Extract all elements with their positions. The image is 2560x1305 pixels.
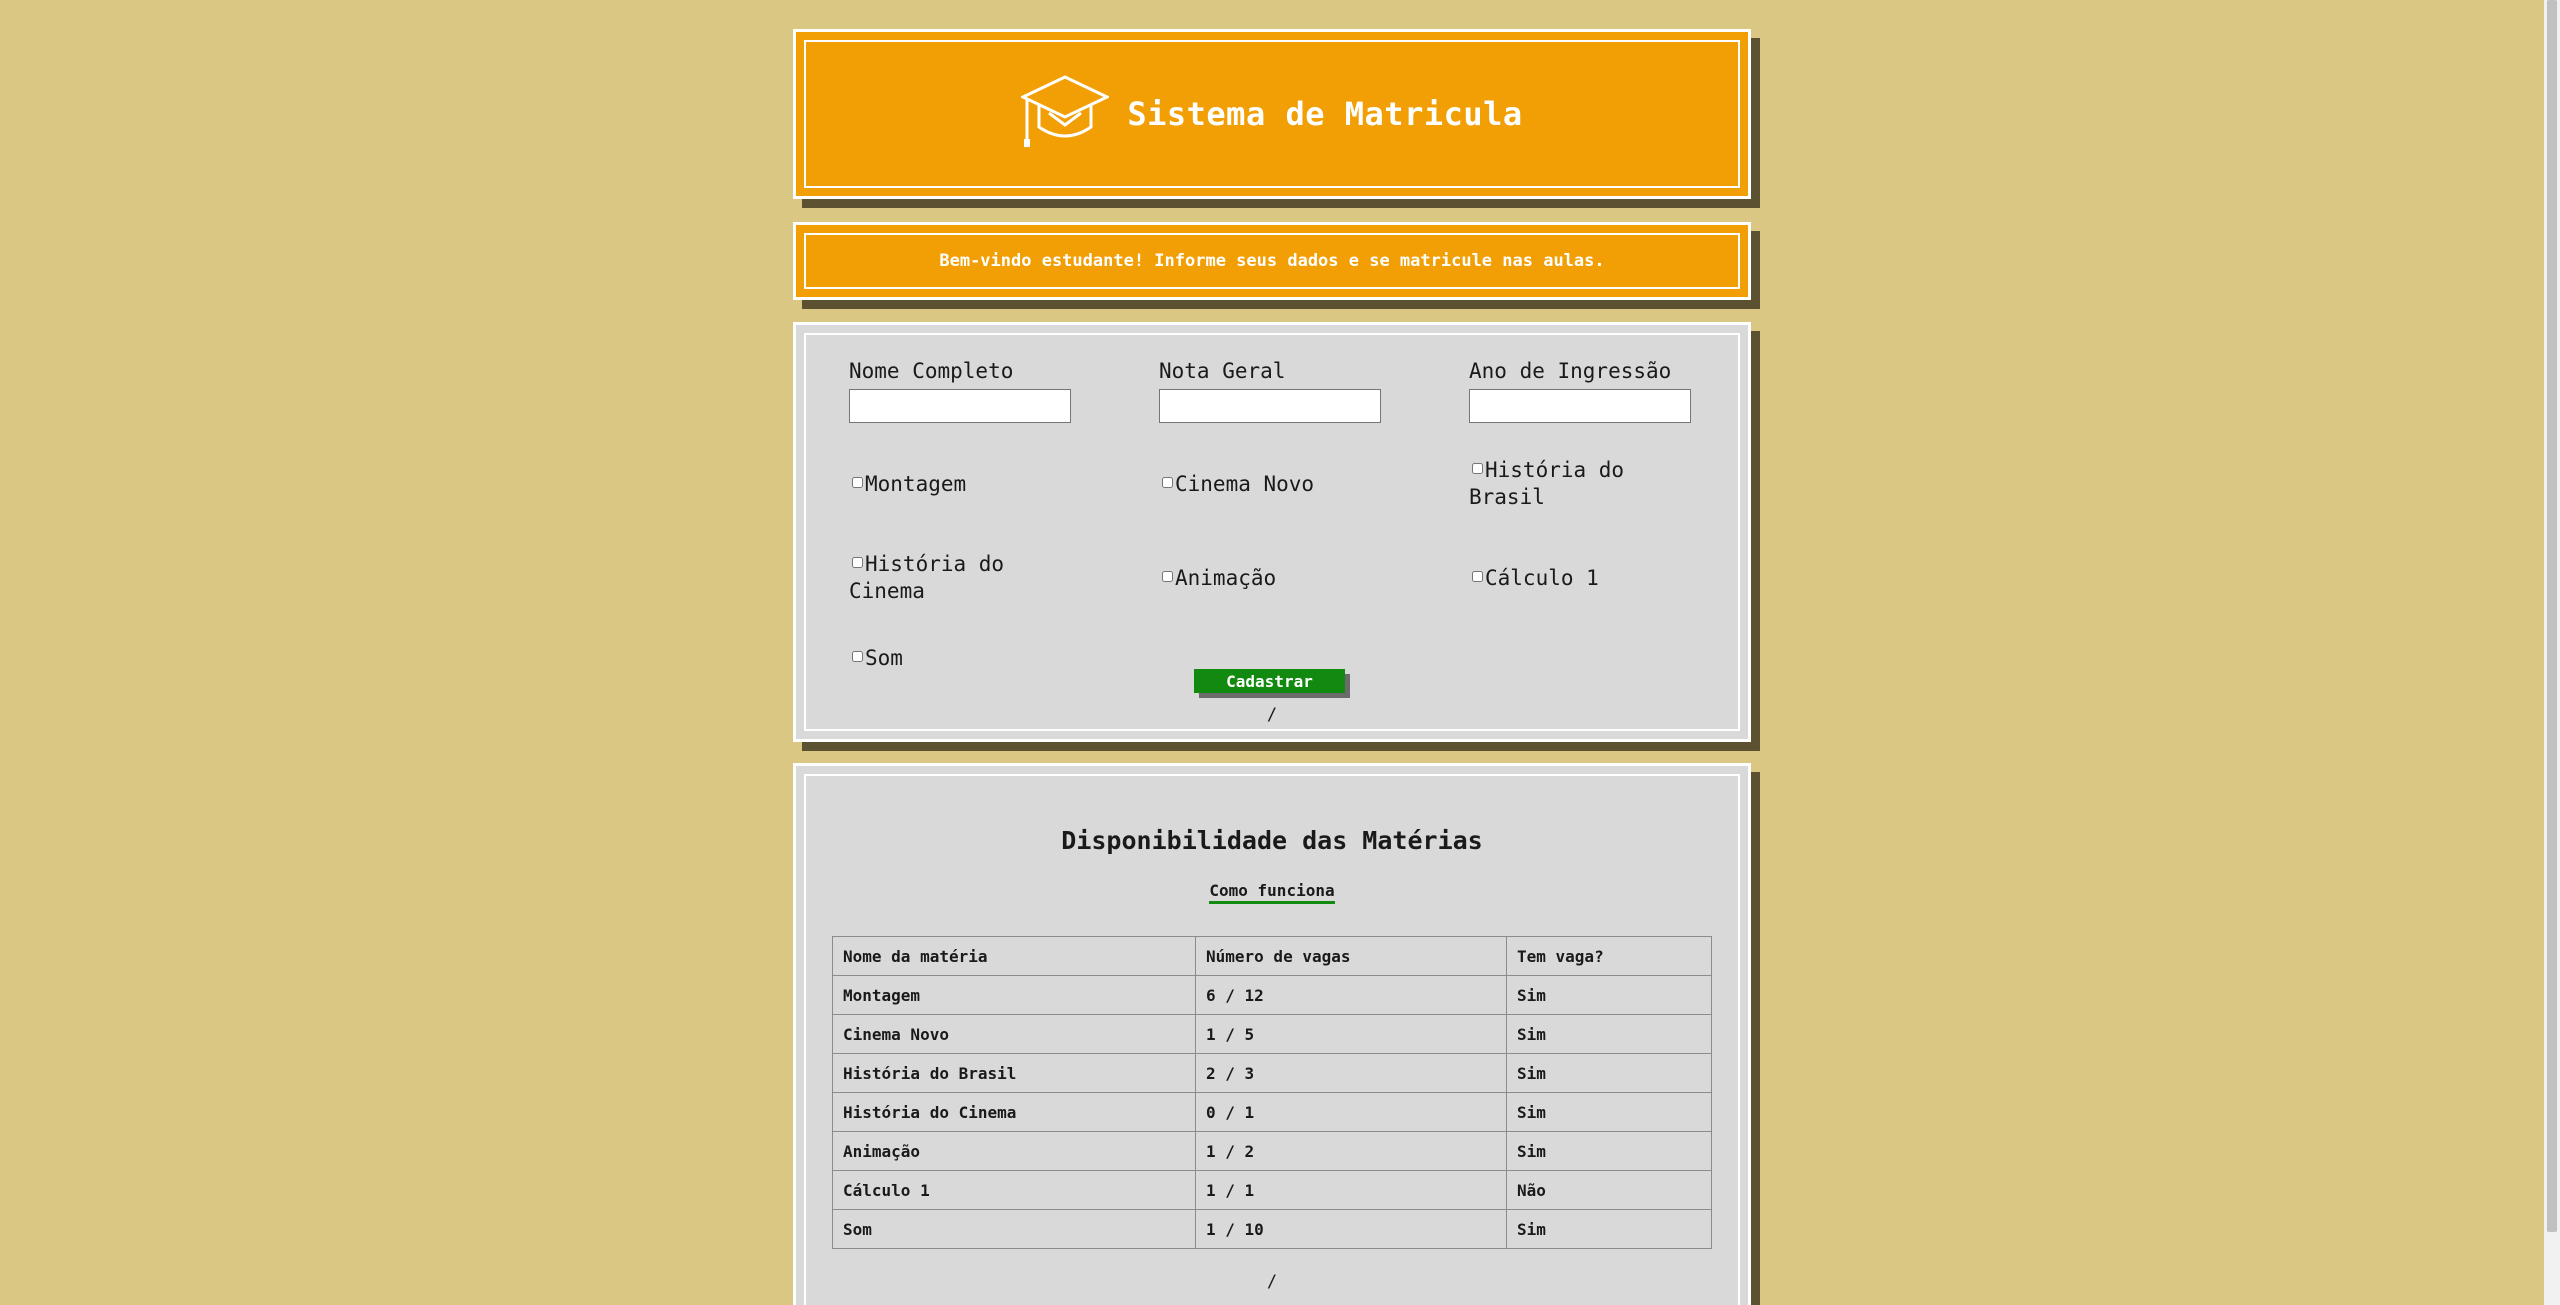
- subject-vacancies: 6 / 12: [1195, 975, 1507, 1015]
- subject-vacancies: 1 / 2: [1195, 1131, 1507, 1171]
- checkbox-montagem[interactable]: Montagem: [849, 471, 1079, 498]
- availability-footer-slash: /: [1266, 1272, 1278, 1292]
- name-input[interactable]: [849, 389, 1071, 423]
- subject-vacancies: 0 / 1: [1195, 1092, 1507, 1132]
- subject-name: História do Brasil: [832, 1053, 1196, 1093]
- subject-has-vacancy: Sim: [1506, 975, 1712, 1015]
- page-title: Sistema de Matricula: [1127, 95, 1523, 133]
- vertical-scrollbar[interactable]: [2544, 0, 2560, 1305]
- table-row: História do Cinema 0 / 1 Sim: [832, 1092, 1712, 1132]
- year-input[interactable]: [1469, 389, 1691, 423]
- subjects-table: Nome da matéria Número de vagas Tem vaga…: [832, 936, 1712, 1249]
- table-header-row: Nome da matéria Número de vagas Tem vaga…: [832, 936, 1712, 976]
- subject-name: História do Cinema: [832, 1092, 1196, 1132]
- checkbox-historia-do-brasil[interactable]: História do Brasil: [1469, 457, 1649, 511]
- graduation-cap-icon: [1019, 73, 1111, 155]
- subject-has-vacancy: Sim: [1506, 1131, 1712, 1171]
- year-field-group: Ano de Ingressão: [1469, 359, 1691, 423]
- checkbox-montagem-box[interactable]: [852, 477, 863, 488]
- year-label: Ano de Ingressão: [1469, 359, 1672, 383]
- checkbox-historia-do-cinema-box[interactable]: [852, 557, 863, 568]
- submit-button[interactable]: Cadastrar: [1194, 669, 1345, 693]
- checkbox-animacao-box[interactable]: [1162, 571, 1173, 582]
- table-row: História do Brasil 2 / 3 Sim: [832, 1053, 1712, 1093]
- subject-name: Animação: [832, 1131, 1196, 1171]
- subject-has-vacancy: Sim: [1506, 1053, 1712, 1093]
- name-label: Nome Completo: [849, 359, 1014, 383]
- grade-field-group: Nota Geral: [1159, 359, 1381, 423]
- checkbox-cinema-novo[interactable]: Cinema Novo: [1159, 471, 1389, 498]
- subject-vacancies: 1 / 5: [1195, 1014, 1507, 1054]
- checkbox-historia-do-brasil-box[interactable]: [1472, 463, 1483, 474]
- checkbox-calculo-1-box[interactable]: [1472, 571, 1483, 582]
- checkbox-som-box[interactable]: [852, 651, 863, 662]
- page: Sistema de Matricula Bem-vindo estudante…: [0, 0, 2544, 1305]
- table-row: Cálculo 1 1 / 1 Não: [832, 1170, 1712, 1210]
- how-it-works-link-wrap: Como funciona: [806, 881, 1738, 904]
- checkbox-cinema-novo-box[interactable]: [1162, 477, 1173, 488]
- subject-vacancies: 2 / 3: [1195, 1053, 1507, 1093]
- column-header: Número de vagas: [1195, 936, 1507, 976]
- checkbox-label: História do Brasil: [1469, 458, 1625, 509]
- header-banner: Sistema de Matricula: [793, 29, 1751, 199]
- checkbox-label: Montagem: [865, 472, 967, 496]
- checkbox-label: Cinema Novo: [1175, 472, 1315, 496]
- subject-has-vacancy: Sim: [1506, 1014, 1712, 1054]
- form-footer-slash: /: [1266, 705, 1278, 725]
- checkbox-label: Som: [865, 646, 903, 670]
- subject-name: Som: [832, 1209, 1196, 1249]
- table-row: Cinema Novo 1 / 5 Sim: [832, 1014, 1712, 1054]
- subject-name: Cinema Novo: [832, 1014, 1196, 1054]
- subject-name: Montagem: [832, 975, 1196, 1015]
- table-row: Animação 1 / 2 Sim: [832, 1131, 1712, 1171]
- enrollment-form: Nome Completo Nota Geral Ano de Ingressã…: [793, 322, 1751, 742]
- welcome-banner: Bem-vindo estudante! Informe seus dados …: [793, 222, 1751, 300]
- subject-vacancies: 1 / 10: [1195, 1209, 1507, 1249]
- name-field-group: Nome Completo: [849, 359, 1071, 423]
- checkbox-animacao[interactable]: Animação: [1159, 565, 1389, 592]
- checkbox-historia-do-cinema[interactable]: História do Cinema: [849, 551, 1029, 605]
- grade-label: Nota Geral: [1159, 359, 1286, 383]
- subject-vacancies: 1 / 1: [1195, 1170, 1507, 1210]
- subject-has-vacancy: Sim: [1506, 1092, 1712, 1132]
- availability-panel: Disponibilidade das Matérias Como funcio…: [793, 763, 1751, 1305]
- how-it-works-link[interactable]: Como funciona: [1209, 881, 1335, 904]
- column-header: Tem vaga?: [1506, 936, 1712, 976]
- subject-has-vacancy: Não: [1506, 1170, 1712, 1210]
- checkbox-label: História do Cinema: [849, 552, 1005, 603]
- subject-name: Cálculo 1: [832, 1170, 1196, 1210]
- table-row: Som 1 / 10 Sim: [832, 1209, 1712, 1249]
- grade-input[interactable]: [1159, 389, 1381, 423]
- subject-has-vacancy: Sim: [1506, 1209, 1712, 1249]
- checkbox-som[interactable]: Som: [849, 645, 1079, 672]
- table-row: Montagem 6 / 12 Sim: [832, 975, 1712, 1015]
- checkbox-calculo-1[interactable]: Cálculo 1: [1469, 565, 1699, 592]
- welcome-message: Bem-vindo estudante! Informe seus dados …: [939, 251, 1605, 271]
- scrollbar-thumb[interactable]: [2547, 0, 2557, 1232]
- availability-title: Disponibilidade das Matérias: [1061, 826, 1483, 855]
- checkbox-label: Animação: [1175, 566, 1277, 590]
- column-header: Nome da matéria: [832, 936, 1196, 976]
- checkbox-label: Cálculo 1: [1485, 566, 1599, 590]
